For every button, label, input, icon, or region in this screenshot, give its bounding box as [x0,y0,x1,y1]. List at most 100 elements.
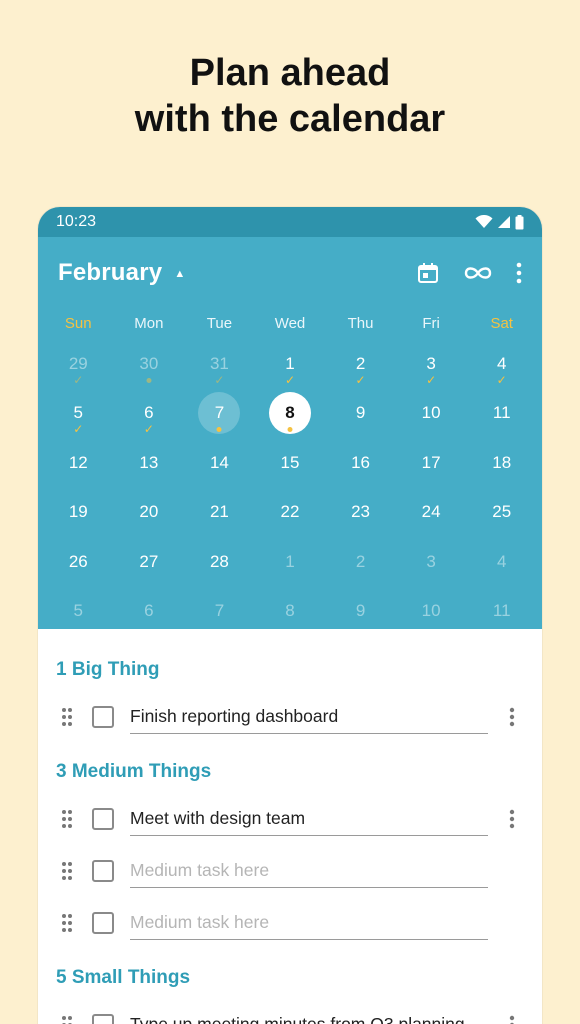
task-more-icon[interactable] [500,707,524,727]
day-number: 28 [209,551,229,571]
task-input-empty[interactable]: Medium task here [130,906,488,940]
day-number: 11 [492,601,511,621]
calendar-day[interactable]: 22 [255,488,326,538]
task-checkbox[interactable] [92,706,114,728]
check-icon: ✓ [496,372,507,387]
calendar-day[interactable]: 5 ✓ [43,389,114,439]
calendar-day[interactable]: 20 [114,488,185,538]
task-input[interactable]: Type up meeting minutes from Q3 planning [130,1008,488,1024]
calendar-day[interactable]: 28 [184,537,255,587]
calendar-day[interactable]: 31 ✓ [184,339,255,389]
calendar-day-today[interactable]: 8 [255,389,326,439]
calendar-day[interactable]: 4 [466,537,537,587]
task-row: Medium task here [56,897,524,949]
calendar-day[interactable]: 7 [184,587,255,637]
section-title-big: 1 Big Thing [56,659,160,680]
calendar-day[interactable]: 5 [43,587,114,637]
day-grid: 29 ✓ 30 31 ✓ 1 ✓ 2 ✓ 3 ✓ 4 ✓ 5 ✓ 6 ✓ 7 8 9 10 11 12 13 14 15 16 17 1… [38,339,542,636]
task-row: Type up meeting minutes from Q3 planning [56,999,524,1024]
calendar-day[interactable]: 3 ✓ [396,339,467,389]
task-checkbox[interactable] [92,808,114,830]
task-input[interactable]: Finish reporting dashboard [130,700,488,734]
check-icon: ✓ [73,422,84,436]
check-icon: ✓ [426,372,437,387]
calendar-day[interactable]: 18 [466,438,537,488]
calendar-day[interactable]: 1 [255,537,326,587]
day-number: 22 [280,502,300,522]
calendar-day[interactable]: 13 [114,438,185,488]
status-bar: 10:23 [38,207,542,237]
calendar-day[interactable]: 4 ✓ [466,339,537,389]
task-row: Meet with design team [56,793,524,845]
calendar-day[interactable]: 15 [255,438,326,488]
calendar-day[interactable]: 7 [184,389,255,439]
task-checkbox[interactable] [92,1014,114,1024]
weekday-sun: Sun [64,314,92,332]
task-more-icon[interactable] [500,1015,524,1024]
calendar-day[interactable]: 26 [43,537,114,587]
day-number: 9 [355,601,366,621]
calendar-day[interactable]: 2 ✓ [325,339,396,389]
calendar-day[interactable]: 6 [114,587,185,637]
day-number: 24 [421,502,441,522]
calendar-day[interactable]: 10 [396,389,467,439]
caret-up-icon[interactable]: ▲ [174,268,185,280]
check-icon: ✓ [214,372,225,387]
wifi-icon [475,215,493,228]
calendar-day[interactable]: 10 [396,587,467,637]
more-vert-icon[interactable] [516,262,522,284]
headline-line-2: with the calendar [134,98,446,140]
calendar-day[interactable]: 16 [325,438,396,488]
drag-handle-icon[interactable] [56,809,78,829]
day-number: 11 [492,403,511,423]
calendar-day[interactable]: 14 [184,438,255,488]
calendar-day[interactable]: 30 [114,339,185,389]
calendar-day[interactable]: 23 [325,488,396,538]
infinity-icon[interactable] [462,264,494,282]
calendar-day[interactable]: 11 [466,587,537,637]
calendar-icon[interactable] [416,261,440,285]
day-number: 16 [351,452,371,472]
status-icons [475,214,524,230]
calendar-day[interactable]: 9 [325,587,396,637]
task-row: Finish reporting dashboard [56,691,524,743]
task-list: 1 Big Thing Finish reporting dashboard 3… [38,659,542,1024]
calendar-day[interactable]: 25 [466,488,537,538]
task-checkbox[interactable] [92,912,114,934]
task-more-icon[interactable] [500,809,524,829]
drag-handle-icon[interactable] [56,707,78,727]
day-number: 15 [280,452,300,472]
check-icon: ✓ [73,372,84,387]
task-input[interactable]: Meet with design team [130,802,488,836]
task-checkbox[interactable] [92,860,114,882]
day-number: 26 [68,551,88,571]
drag-handle-icon[interactable] [56,861,78,881]
calendar-day[interactable]: 19 [43,488,114,538]
day-number: 1 [285,551,295,571]
calendar-day[interactable]: 27 [114,537,185,587]
day-number: 7 [214,601,225,621]
calendar-day[interactable]: 2 [325,537,396,587]
calendar-day[interactable]: 29 ✓ [43,339,114,389]
task-input-empty[interactable]: Medium task here [130,854,488,888]
calendar-day[interactable]: 9 [325,389,396,439]
drag-handle-icon[interactable] [56,1015,78,1024]
calendar-day[interactable]: 17 [396,438,467,488]
calendar-day[interactable]: 1 ✓ [255,339,326,389]
calendar-day[interactable]: 8 [255,587,326,637]
phone-screen: 10:23 February ▲ Sun Mon Tue Wed Thu Fri… [38,207,542,1024]
weekday-wed: Wed [274,314,306,332]
day-number: 2 [355,551,366,571]
day-number: 21 [209,502,229,522]
month-selector[interactable]: February [58,259,162,287]
calendar-day[interactable]: 24 [396,488,467,538]
calendar-day[interactable]: 12 [43,438,114,488]
calendar-day[interactable]: 3 [396,537,467,587]
calendar-day[interactable]: 6 ✓ [114,389,185,439]
weekday-fri: Fri [422,314,440,332]
calendar-day[interactable]: 11 [466,389,537,439]
calendar-day[interactable]: 21 [184,488,255,538]
calendar: February ▲ Sun Mon Tue Wed Thu Fri Sat 2… [38,237,542,629]
day-number: 9 [355,403,366,423]
drag-handle-icon[interactable] [56,913,78,933]
